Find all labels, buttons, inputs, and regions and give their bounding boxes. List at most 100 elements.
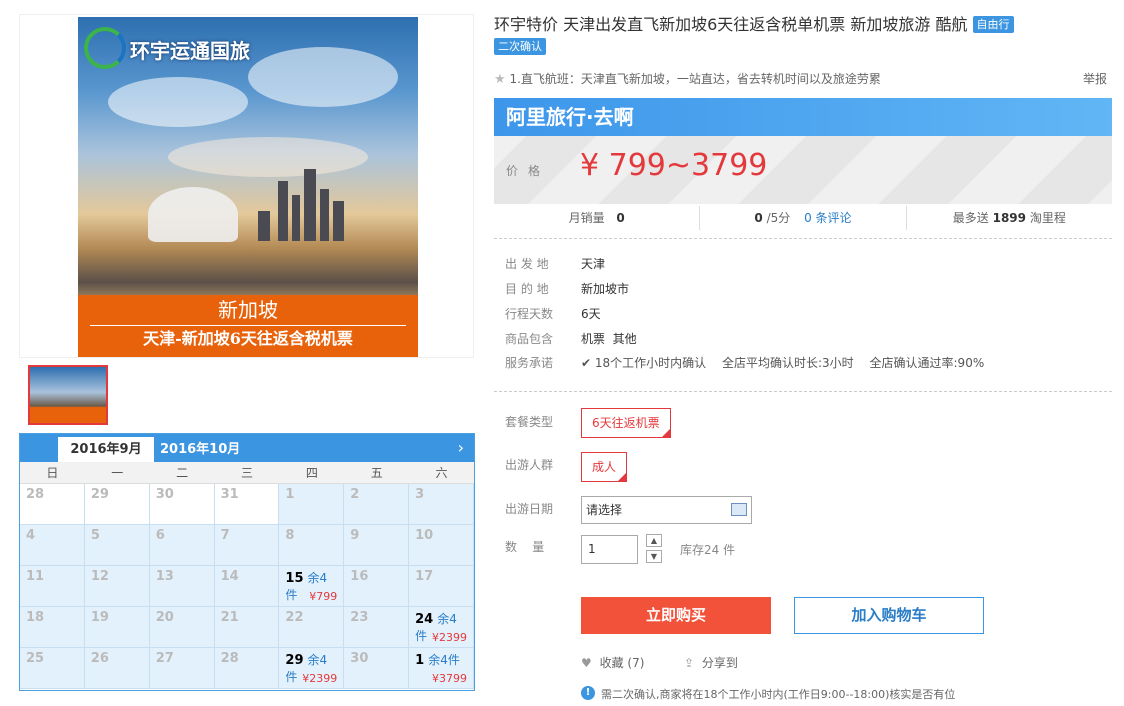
package-option[interactable]: 6天往返机票 [581,408,671,438]
service-item-2: 全店平均确认时长:3小时 [722,356,854,370]
day-number: 19 [90,610,109,625]
day-number: 29 [90,487,109,502]
calendar-day: 13 [149,566,215,607]
day-number: 18 [26,610,45,625]
day-number: 27 [155,651,174,666]
banner-route: 天津-新加坡6天往返含税机票 [143,329,353,348]
calendar-day: 20 [149,607,215,648]
calendar-day: 11 [20,566,85,607]
price-value: ¥ 799~3799 [580,148,768,183]
day-number: 14 [220,569,239,584]
info-value-days: 6天 [581,307,601,321]
date-picker-input[interactable]: 请选择 [581,496,752,524]
info-label-destination: 目 的 地 [505,282,549,296]
stats-bar: 月销量 0 0 /5分 0 条评论 最多送 1899 淘里程 [494,206,1112,230]
calendar-day[interactable]: 15 余4件 ¥799 [279,566,345,607]
day-number: 5 [90,528,100,543]
product-photo: 环宇运通国旅 新加坡 天津-新加坡6天往返含税机票 [78,17,418,357]
add-to-cart-button[interactable]: 加入购物车 [794,597,984,634]
share-link[interactable]: ⇪ 分享到 [684,654,738,671]
calendar-day: 4 [20,525,85,566]
calendar-day: 19 [84,607,150,648]
tag-second-confirm: 二次确认 [494,38,546,55]
calendar-header: 2016年9月 2016年10月 › [20,434,474,462]
check-icon: ✔ [581,356,592,370]
departure-calendar: 2016年9月 2016年10月 › 日一二三四五六 28 29 30 31 1 2 3 4 5… [19,433,475,691]
calendar-day: 1 [279,484,345,525]
service-item-3: 全店确认通过率:90% [869,356,985,370]
calendar-day: 29 [84,484,150,525]
subtitle-text: 1.直飞航班：天津直飞新加坡，一站直达，省去转机时间以及旅途劳累 [509,72,881,86]
tab-month-current[interactable]: 2016年9月 [58,437,154,462]
favorite-label: 收藏 (7) [599,656,645,670]
banner-destination: 新加坡 [218,298,278,322]
day-price: ¥2399 [302,672,338,685]
day-number: 26 [90,651,109,666]
people-option[interactable]: 成人 [581,452,628,482]
report-link[interactable]: 举报 [1083,70,1107,87]
day-number: 23 [350,610,369,625]
calendar-day: 31 [214,484,280,525]
people-label: 出游人群 [505,458,554,472]
calendar-day: 10 [409,525,474,566]
image-thumbnail[interactable] [28,365,108,425]
confirm-notice: 需二次确认,商家将在18个工作小时内(工作日9:00--18:00)核实是否有位 [601,688,956,701]
qty-decrease-icon[interactable]: ▼ [646,550,662,563]
info-icon: ! [581,686,595,700]
weekday-label: 四 [305,466,318,480]
service-items: ✔ 18个工作小时内确认 全店平均确认时长:3小时 全店确认通过率:90% [581,354,984,371]
info-value-destination: 新加坡市 [581,282,630,296]
reviews-link[interactable]: 0 条评论 [804,211,851,225]
product-title: 环宇特价 天津出发直飞新加坡6天往返含税单机票 新加坡旅游 酷航 自由行 二次确… [494,14,1106,58]
calendar-day: 30 [149,484,215,525]
calendar-day: 3 [409,484,474,525]
main-product-image: 环宇运通国旅 新加坡 天津-新加坡6天往返含税机票 [19,14,474,358]
calendar-day: 16 [344,566,410,607]
calendar-day: 5 [84,525,150,566]
day-number: 10 [415,528,434,543]
favorite-link[interactable]: ♥ 收藏 (7) [581,654,644,671]
day-number: 7 [220,528,230,543]
calendar-grid: 28 29 30 31 1 2 3 4 5 6 7 8 9 10 11 12 13 14 15 余4件 ¥799 16 17… [20,484,474,689]
date-label: 出游日期 [505,502,554,516]
qty-label: 数 量 [505,540,545,554]
calendar-day: 12 [84,566,150,607]
calendar-day: 17 [409,566,474,607]
buy-now-button[interactable]: 立即购买 [581,597,771,634]
info-value-includes: 机票 其他 [581,332,637,346]
quantity-input[interactable]: 1 [581,535,638,564]
calendar-day: 7 [214,525,280,566]
star-icon[interactable]: ★ [494,72,506,87]
points: 最多送 1899 淘里程 [907,206,1112,230]
product-subtitle: ★ 1.直飞航班：天津直飞新加坡，一站直达，省去转机时间以及旅途劳累 [494,70,894,87]
weekday-label: 二 [176,466,189,480]
calendar-icon[interactable] [731,503,747,516]
tab-month-next[interactable]: 2016年10月 [160,437,240,462]
day-number: 1 [285,487,295,502]
calendar-day[interactable]: 29 余4件 ¥2399 [279,648,345,689]
qty-increase-icon[interactable]: ▲ [646,534,662,547]
day-number: 11 [26,569,45,584]
day-price: ¥3799 [431,672,467,685]
chevron-right-icon[interactable]: › [458,437,464,459]
service-item-1: 18个工作小时内确认 [594,356,707,370]
day-price: ¥2399 [431,631,467,644]
day-number: 13 [155,569,174,584]
day-number: 8 [285,528,295,543]
day-remaining: 余4件 [428,653,460,667]
day-number: 1 [415,653,425,668]
rating-suffix: /5分 [766,211,791,225]
photo-banner: 新加坡 天津-新加坡6天往返含税机票 [78,295,418,357]
info-label-departure: 出 发 地 [505,257,549,271]
day-number: 21 [220,610,239,625]
service-label: 服务承诺 [505,356,554,370]
info-value-departure: 天津 [581,257,606,271]
divider [494,238,1112,239]
weekday-label: 六 [435,466,448,480]
calendar-day[interactable]: 24 余4件 ¥2399 [409,607,474,648]
day-number: 9 [350,528,360,543]
weekday-label: 五 [370,466,383,480]
calendar-day[interactable]: 1 余4件 ¥3799 [409,648,474,689]
price-label: 价格 [506,164,551,178]
calendar-day: 14 [214,566,280,607]
